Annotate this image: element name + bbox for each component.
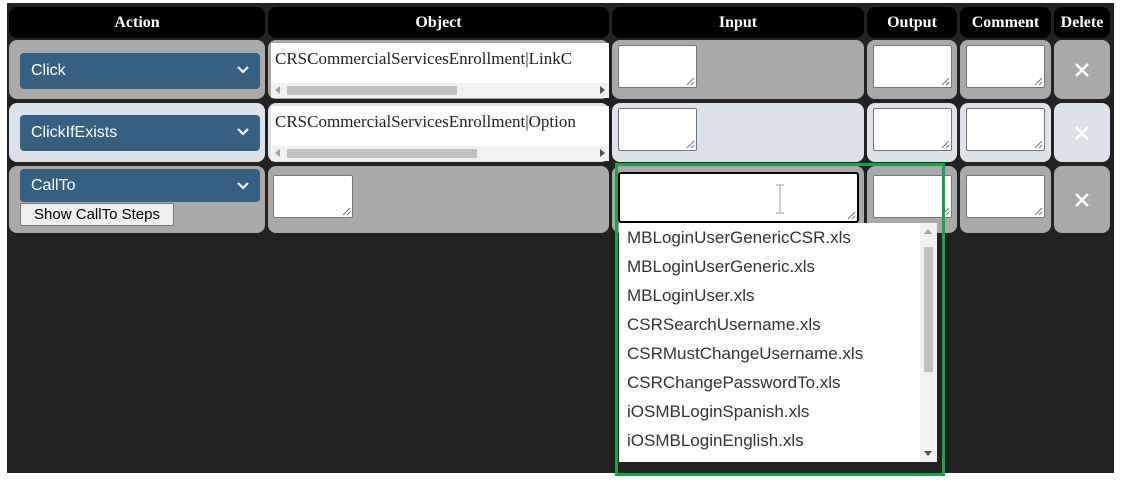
resize-grip-icon[interactable] <box>1034 77 1043 86</box>
output-field[interactable] <box>873 108 952 151</box>
delete-button[interactable] <box>1054 40 1110 99</box>
header-comment: Comment <box>960 7 1051 38</box>
object-field[interactable]: CRSCommercialServicesEnrollment|Option <box>271 106 609 161</box>
header-delete: Delete <box>1054 7 1110 38</box>
text-cursor-icon <box>776 184 784 214</box>
object-field[interactable]: CRSCommercialServicesEnrollment|LinkC <box>271 43 609 98</box>
action-select-value: ClickIfExists <box>31 124 118 141</box>
resize-grip-icon[interactable] <box>941 207 950 216</box>
action-select[interactable]: CallTo <box>20 169 260 202</box>
action-select[interactable]: Click <box>20 53 260 89</box>
suggestion-item[interactable]: CSRChangePasswordTo.xls <box>627 373 841 393</box>
input-field[interactable] <box>618 45 697 88</box>
scroll-up-icon[interactable] <box>924 229 932 234</box>
chevron-down-icon <box>237 128 249 136</box>
resize-grip-icon[interactable] <box>686 140 695 149</box>
close-icon <box>1075 125 1089 140</box>
horizontal-scrollbar[interactable] <box>271 83 609 98</box>
row3-comment-cell <box>960 166 1051 233</box>
header-object: Object <box>268 7 609 38</box>
row2-object-cell: CRSCommercialServicesEnrollment|Option <box>268 103 609 162</box>
header-action: Action <box>9 7 265 38</box>
close-icon <box>1075 62 1089 77</box>
delete-button[interactable] <box>1054 103 1110 162</box>
row2-input-cell <box>612 103 864 162</box>
suggestion-item[interactable]: MBLoginUserGeneric.xls <box>627 257 815 277</box>
object-value: CRSCommercialServicesEnrollment|LinkC <box>275 49 573 68</box>
vertical-scrollbar[interactable] <box>920 223 937 462</box>
suggestion-item[interactable]: iOSMBLoginEnglish.xls <box>627 431 804 451</box>
suggestion-item[interactable]: CSRMustChangeUsername.xls <box>627 344 863 364</box>
close-icon <box>1075 192 1089 207</box>
comment-field[interactable] <box>966 108 1045 151</box>
resize-grip-icon[interactable] <box>1034 207 1043 216</box>
suggestion-item[interactable]: MBLoginUser.xls <box>627 286 755 306</box>
row1-object-cell: CRSCommercialServicesEnrollment|LinkC <box>268 40 609 99</box>
resize-grip-icon[interactable] <box>847 211 856 220</box>
row3-action-cell: CallTo Show CallTo Steps <box>9 166 265 233</box>
input-suggestions-list: MBLoginUserGenericCSR.xls MBLoginUserGen… <box>619 223 937 462</box>
resize-grip-icon[interactable] <box>342 207 351 216</box>
scrollbar-thumb[interactable] <box>287 149 477 158</box>
output-field[interactable] <box>873 175 952 218</box>
delete-button[interactable] <box>1054 166 1110 233</box>
header-input: Input <box>612 7 864 38</box>
row1-output-cell <box>867 40 957 99</box>
row1-action-cell: Click <box>9 40 265 99</box>
steps-table: Action Object Input Output Comment Delet… <box>7 3 1114 473</box>
horizontal-scrollbar[interactable] <box>271 146 609 161</box>
suggestion-item[interactable]: MBLoginUserGenericCSR.xls <box>627 228 851 248</box>
row2-output-cell <box>867 103 957 162</box>
resize-grip-icon[interactable] <box>941 77 950 86</box>
resize-grip-icon[interactable] <box>686 77 695 86</box>
comment-field[interactable] <box>966 175 1045 218</box>
scroll-right-icon[interactable] <box>600 149 605 157</box>
resize-grip-icon[interactable] <box>941 140 950 149</box>
chevron-down-icon <box>237 66 249 74</box>
suggestion-item[interactable]: iOSMBLoginSpanish.xls <box>627 402 809 422</box>
comment-field[interactable] <box>966 45 1045 88</box>
scrollbar-thumb[interactable] <box>287 86 457 95</box>
chevron-down-icon <box>237 182 249 190</box>
action-select-value: Click <box>31 62 66 79</box>
resize-grip-icon[interactable] <box>1034 140 1043 149</box>
scroll-down-icon[interactable] <box>924 451 932 456</box>
row2-action-cell: ClickIfExists <box>9 103 265 162</box>
input-field[interactable] <box>618 172 859 223</box>
row3-object-cell <box>268 166 609 233</box>
suggestion-item[interactable]: CSRSearchUsername.xls <box>627 315 821 335</box>
row1-input-cell <box>612 40 864 99</box>
object-field[interactable] <box>273 175 353 218</box>
header-output: Output <box>867 7 957 38</box>
scroll-right-icon[interactable] <box>600 86 605 94</box>
action-select[interactable]: ClickIfExists <box>20 115 260 151</box>
row1-comment-cell <box>960 40 1051 99</box>
output-field[interactable] <box>873 45 952 88</box>
scroll-left-icon[interactable] <box>275 86 280 94</box>
scroll-left-icon[interactable] <box>275 149 280 157</box>
input-field[interactable] <box>618 108 697 151</box>
row2-comment-cell <box>960 103 1051 162</box>
action-select-value: CallTo <box>31 177 76 194</box>
scrollbar-thumb[interactable] <box>924 247 933 372</box>
object-value: CRSCommercialServicesEnrollment|Option <box>275 112 576 131</box>
show-callto-steps-button[interactable]: Show CallTo Steps <box>20 203 174 226</box>
